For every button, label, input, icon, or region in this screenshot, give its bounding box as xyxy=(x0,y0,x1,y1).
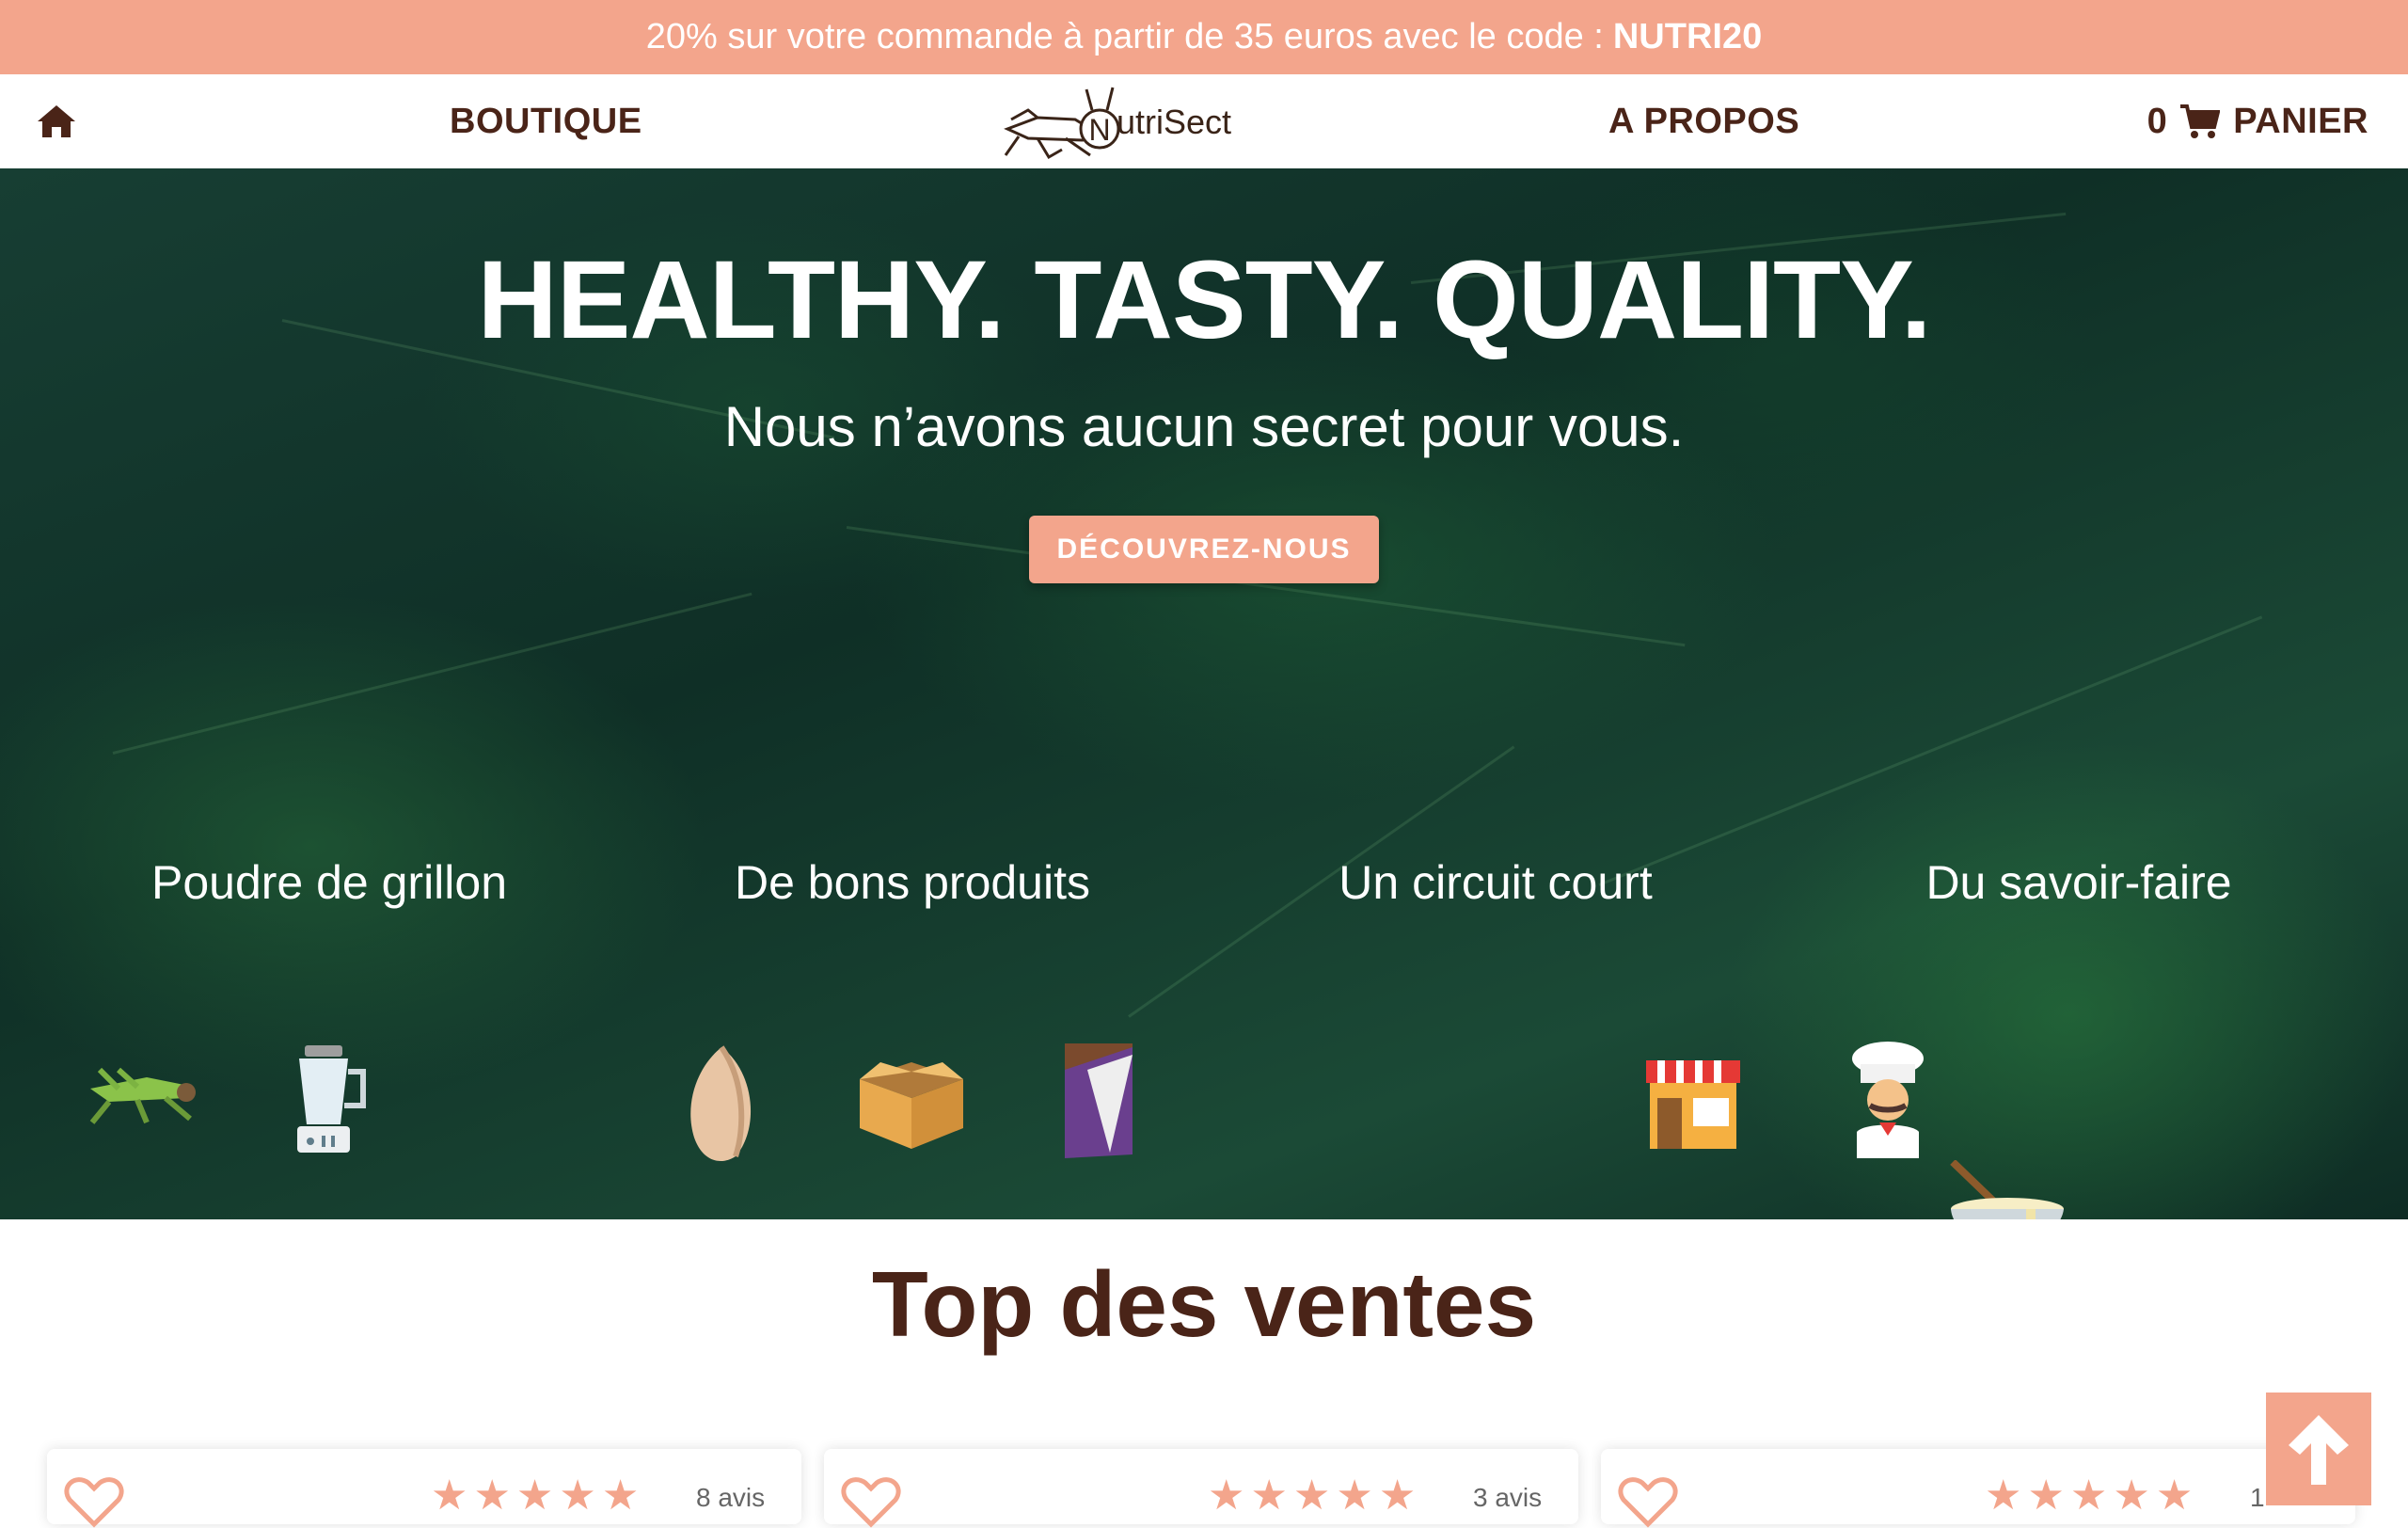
cricket-logo-icon: N xyxy=(1004,87,1120,160)
rating-stars: ★ ★ ★ ★ ★ xyxy=(1985,1472,2194,1519)
promo-banner: 20% sur votre commande à partir de 35 eu… xyxy=(0,0,2408,74)
feature-know-how: Du savoir-faire xyxy=(1925,856,2232,909)
promo-text: 20% sur votre commande à partir de 35 eu… xyxy=(645,17,1604,56)
almond-icon xyxy=(690,1045,752,1162)
cart-count: 0 xyxy=(2147,101,2168,141)
nav-boutique-link[interactable]: BOUTIQUE xyxy=(450,74,642,168)
feature-good-products: De bons produits xyxy=(734,856,1090,909)
hero-subtitle: Nous n’avons aucun secret pour vous. xyxy=(723,395,1685,458)
product-card[interactable]: ★ ★ ★ ★ ★ 8 avis xyxy=(47,1449,801,1528)
chef-icon xyxy=(1852,1042,1924,1158)
cart-label: PANIER xyxy=(2233,101,2368,141)
cart-icon xyxy=(2180,104,2221,138)
discover-button[interactable]: DÉCOUVREZ-NOUS xyxy=(1029,516,1379,583)
home-icon xyxy=(38,105,75,137)
chocolate-icon xyxy=(1065,1043,1133,1158)
review-count: 3 avis xyxy=(1473,1483,1543,1512)
mixing-bowl-icon xyxy=(1950,1160,2064,1219)
hero-banner: HEALTHY. TASTY. QUALITY. Nous n’avons au… xyxy=(0,168,2408,1219)
promo-code: NUTRI20 xyxy=(1612,17,1763,56)
home-link[interactable] xyxy=(36,74,77,168)
nutrisect-logo[interactable]: N utriSect xyxy=(1000,80,1244,165)
cart-link[interactable]: 0 PANIER xyxy=(2147,74,2368,168)
blender-icon xyxy=(297,1045,366,1153)
box-icon xyxy=(860,1062,963,1149)
rating-stars: ★ ★ ★ ★ ★ xyxy=(431,1472,640,1519)
nav-apropos-link[interactable]: A PROPOS xyxy=(1608,74,1799,168)
review-count: 8 avis xyxy=(696,1483,766,1512)
logo-wordmark: utriSect xyxy=(1117,103,1232,141)
review-count: 1 xyxy=(2250,1483,2265,1512)
favorite-heart-icon[interactable] xyxy=(64,1475,124,1528)
feature-cricket-powder: Poudre de grillon xyxy=(150,856,508,909)
scroll-to-top-button[interactable] xyxy=(2266,1393,2371,1505)
product-card[interactable]: ★ ★ ★ ★ ★ 3 avis xyxy=(824,1449,1578,1528)
product-card[interactable]: ★ ★ ★ ★ ★ 1 xyxy=(1601,1449,2355,1528)
favorite-heart-icon[interactable] xyxy=(841,1475,901,1528)
logo-letter: N xyxy=(1088,113,1110,147)
feature-short-circuit: Un circuit court xyxy=(1339,856,1653,909)
rating-stars: ★ ★ ★ ★ ★ xyxy=(1208,1472,1417,1519)
favorite-heart-icon[interactable] xyxy=(1618,1475,1678,1528)
arrow-up-icon xyxy=(2289,1415,2349,1485)
hero-title: HEALTHY. TASTY. QUALITY. xyxy=(477,238,1931,362)
top-sales-title: Top des ventes xyxy=(871,1252,1537,1356)
grasshopper-icon xyxy=(89,1067,196,1124)
shop-icon xyxy=(1646,1060,1740,1149)
